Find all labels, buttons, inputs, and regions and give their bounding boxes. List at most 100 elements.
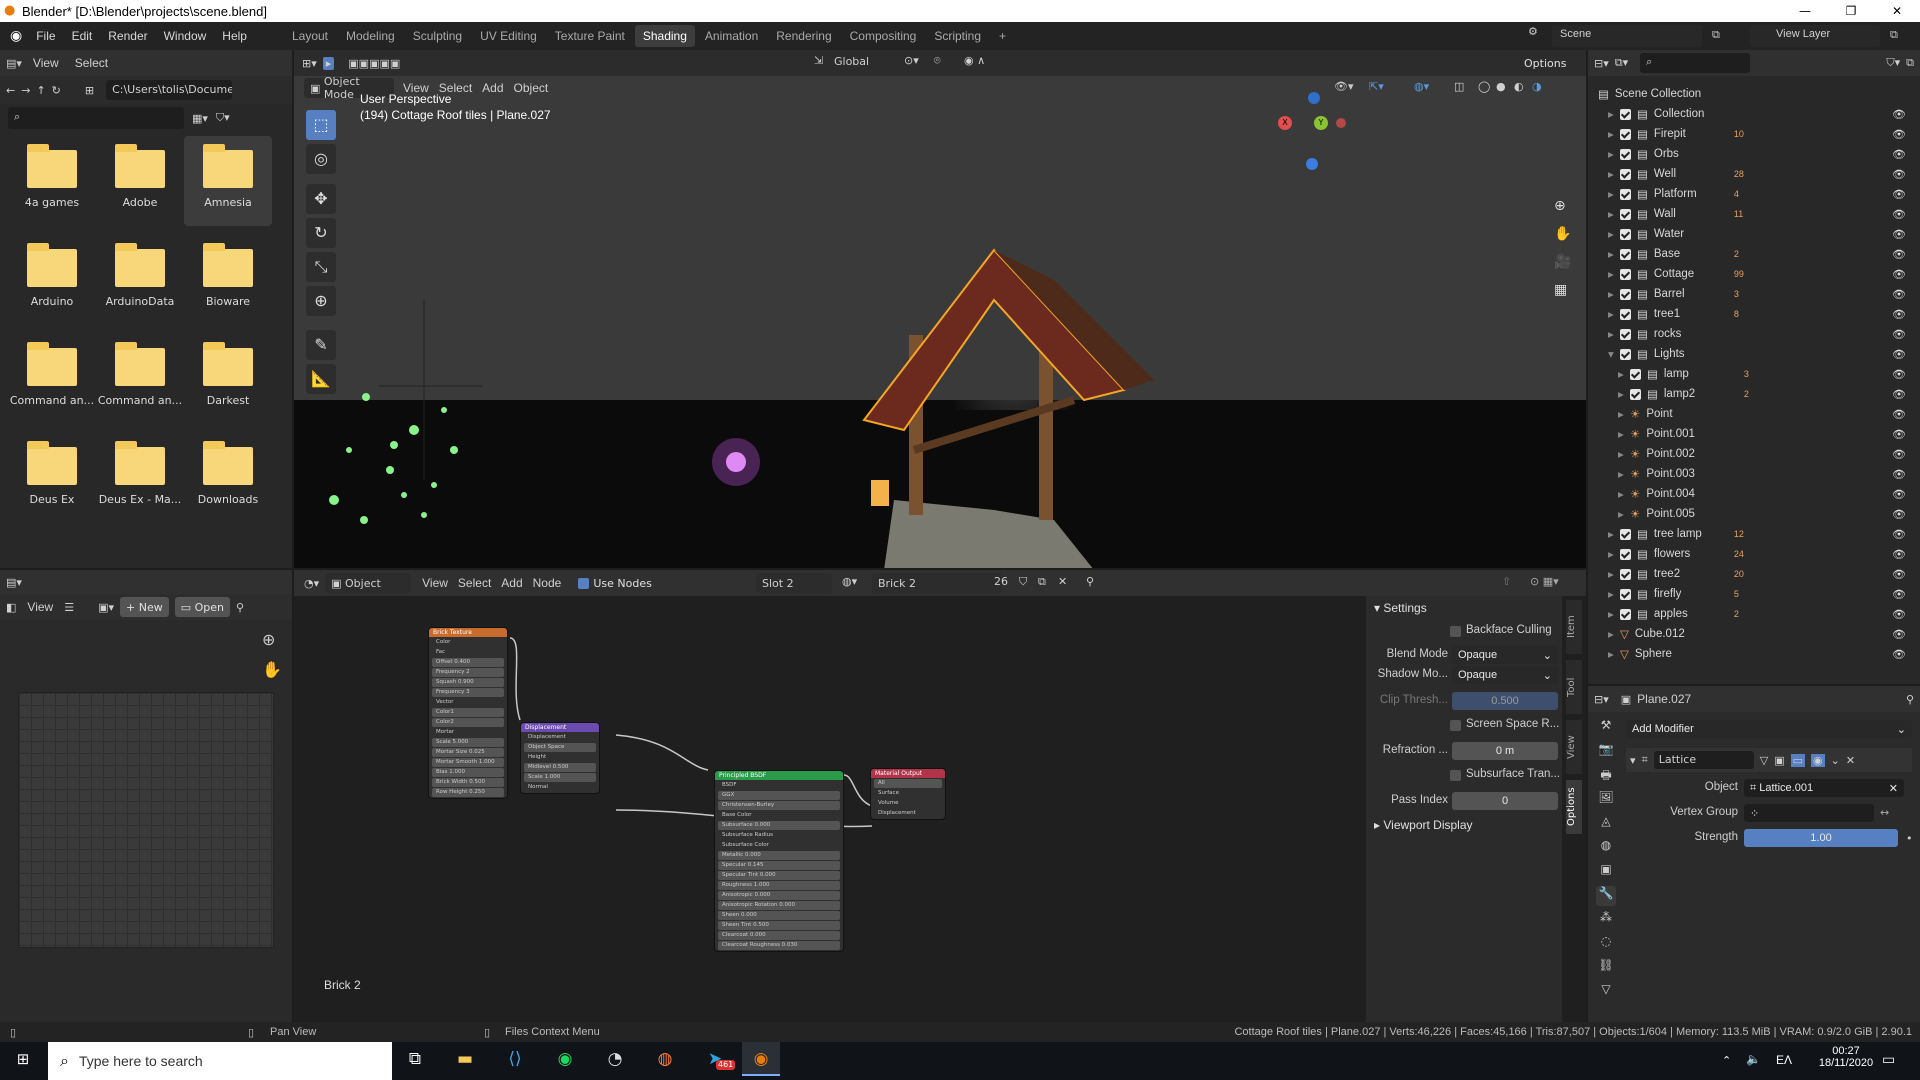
- expand-arrow-icon[interactable]: ▸: [1608, 307, 1620, 321]
- backface-culling-checkbox[interactable]: [1450, 626, 1461, 637]
- filter-icon[interactable]: ⛉▾: [1886, 56, 1900, 70]
- properties-tab-view-layer-icon[interactable]: 🖼: [1596, 790, 1616, 810]
- scene-icon[interactable]: ⚙: [1528, 25, 1546, 45]
- menu-edit[interactable]: Edit: [64, 29, 101, 43]
- visibility-eye-icon[interactable]: 👁: [1892, 268, 1906, 281]
- node-socket-row[interactable]: Brick Width 0.500: [432, 778, 504, 787]
- maximize-button[interactable]: ❐: [1828, 0, 1874, 22]
- visibility-eye-icon[interactable]: 👁: [1892, 468, 1906, 481]
- back-icon[interactable]: ←: [6, 84, 15, 97]
- select-mode-icons[interactable]: ▣▣▣▣▣: [348, 57, 400, 70]
- exclude-checkbox[interactable]: [1620, 268, 1631, 280]
- tab-sculpting[interactable]: Sculpting: [405, 25, 470, 47]
- viewport-menu-object[interactable]: Object: [509, 81, 554, 95]
- expand-arrow-icon[interactable]: ▸: [1608, 527, 1620, 541]
- sidebar-tab-item[interactable]: Item: [1566, 600, 1582, 654]
- outliner-row[interactable]: ▸ ▤ rocks 👁: [1608, 324, 1920, 344]
- node-socket-row[interactable]: Subsurface Color: [718, 841, 840, 850]
- display-mode-icon[interactable]: ▦▾: [192, 112, 208, 125]
- tab-layout[interactable]: Layout: [284, 25, 336, 47]
- camera-view-icon[interactable]: 🎥: [1554, 254, 1571, 270]
- outliner-row[interactable]: ▸ ▤ lamp2 2 👁: [1618, 384, 1920, 404]
- expand-arrow-icon[interactable]: ▸: [1618, 367, 1630, 381]
- folder-item[interactable]: Darkest: [184, 334, 272, 424]
- file-explorer-icon[interactable]: ▬: [446, 1042, 484, 1076]
- node-editor[interactable]: ◔▾ ▣ Object View Select Add Node Use Nodes …: [294, 570, 1586, 1022]
- fb-search-input[interactable]: ⌕: [8, 107, 184, 129]
- strength-slider[interactable]: 1.00: [1744, 829, 1898, 847]
- zoom-icon[interactable]: ⊕: [1554, 198, 1566, 214]
- outliner-row[interactable]: ▾ ▤ Lights 👁: [1608, 344, 1920, 364]
- visibility-eye-icon[interactable]: 👁: [1892, 508, 1906, 521]
- shading-rendered-icon[interactable]: ◑: [1532, 80, 1542, 93]
- node-socket-row[interactable]: Specular Tint 0.000: [718, 871, 840, 880]
- settings-panel-header[interactable]: ▾ Settings: [1366, 596, 1562, 620]
- new-collection-icon[interactable]: ⧉: [1906, 56, 1914, 70]
- expand-arrow-icon[interactable]: ▸: [1608, 607, 1620, 621]
- visibility-eye-icon[interactable]: 👁: [1892, 548, 1906, 561]
- exclude-checkbox[interactable]: [1630, 368, 1641, 380]
- snap-icon[interactable]: ⌾: [934, 54, 941, 68]
- node-socket-row[interactable]: Displacement: [524, 733, 596, 742]
- node-socket-row[interactable]: Color1: [432, 708, 504, 717]
- properties-tab-world-icon[interactable]: ◍: [1596, 838, 1616, 858]
- modifier-name-field[interactable]: Lattice: [1653, 751, 1754, 769]
- gizmo-neg-x-handle[interactable]: [1336, 118, 1346, 128]
- shadow-mode-select[interactable]: Opaque ⌄: [1452, 666, 1558, 684]
- node-socket-row[interactable]: Anisotropic Rotation 0.000: [718, 901, 840, 910]
- expand-arrow-icon[interactable]: ▸: [1608, 147, 1620, 161]
- visibility-eye-icon[interactable]: 👁: [1892, 388, 1906, 401]
- blend-mode-select[interactable]: Opaque ⌄: [1452, 646, 1558, 664]
- node-socket-row[interactable]: Anisotropic 0.000: [718, 891, 840, 900]
- visibility-eye-icon[interactable]: 👁: [1892, 568, 1906, 581]
- outliner-row[interactable]: ▸ ▽ Cube.012 👁: [1608, 624, 1920, 644]
- node-socket-row[interactable]: Mortar: [432, 728, 504, 737]
- node-displacement[interactable]: Displacement Displacement Object Space Heig…: [520, 722, 600, 794]
- editor-type-icon[interactable]: ⊟▾: [1594, 57, 1609, 70]
- properties-tab-physics-icon[interactable]: ◌: [1596, 934, 1616, 954]
- menu-window[interactable]: Window: [156, 29, 215, 43]
- task-view-icon[interactable]: ⧉: [396, 1042, 434, 1076]
- spotify-icon[interactable]: ◉: [546, 1042, 584, 1076]
- visibility-eye-icon[interactable]: 👁: [1892, 488, 1906, 501]
- clock[interactable]: 00:27 18/11/2020: [1816, 1045, 1876, 1069]
- node-socket-row[interactable]: Scale 5.000: [432, 738, 504, 747]
- node-socket-row[interactable]: Sheen 0.000: [718, 911, 840, 920]
- expand-arrow-icon[interactable]: ▸: [1608, 247, 1620, 261]
- scene-selector[interactable]: Scene: [1552, 25, 1702, 47]
- properties-tab-output-icon[interactable]: 🖶: [1596, 766, 1616, 786]
- view-icon[interactable]: ◧: [6, 601, 16, 614]
- open-image-button[interactable]: ▭ Open: [174, 597, 230, 617]
- expand-arrow-icon[interactable]: ▸: [1618, 407, 1630, 421]
- clear-icon[interactable]: ✕: [1889, 782, 1898, 795]
- node-socket-row[interactable]: Roughness 1.000: [718, 881, 840, 890]
- visibility-eye-icon[interactable]: 👁: [1892, 128, 1906, 141]
- expand-arrow-icon[interactable]: ▸: [1618, 447, 1630, 461]
- shading-wire-icon[interactable]: ◯: [1478, 80, 1490, 93]
- remove-modifier-icon[interactable]: ✕: [1846, 754, 1855, 767]
- annotate-icon[interactable]: ✎: [306, 330, 336, 360]
- hamburger-icon[interactable]: ☰: [64, 601, 74, 614]
- expand-arrow-icon[interactable]: ▸: [1608, 267, 1620, 281]
- folder-item[interactable]: Deus Ex: [8, 433, 96, 523]
- expand-arrow-icon[interactable]: ▸: [1608, 627, 1620, 641]
- node-socket-row[interactable]: Frequency 2: [432, 668, 504, 677]
- visibility-eye-icon[interactable]: 👁: [1892, 208, 1906, 221]
- properties-tab-scene-icon[interactable]: ◬: [1596, 814, 1616, 834]
- tab-modeling[interactable]: Modeling: [338, 25, 403, 47]
- visibility-eye-icon[interactable]: 👁: [1892, 288, 1906, 301]
- gizmo-y-handle[interactable]: Y: [1314, 116, 1328, 130]
- new-folder-icon[interactable]: ⊞: [85, 84, 94, 97]
- properties-tab-render-icon[interactable]: 📷: [1596, 742, 1616, 762]
- viewport-toggle-icon[interactable]: ▭: [1790, 753, 1806, 767]
- tab-uv-editing[interactable]: UV Editing: [472, 25, 545, 47]
- node-socket-row[interactable]: Christensen-Burley: [718, 801, 840, 810]
- transform-icon[interactable]: ⊕: [306, 286, 336, 316]
- add-modifier-button[interactable]: Add Modifier ⌄: [1626, 720, 1912, 738]
- rotate-icon[interactable]: ↻: [306, 218, 336, 248]
- sidebar-tab-tool[interactable]: Tool: [1566, 660, 1582, 714]
- folder-item[interactable]: Deus Ex - Ma...: [96, 433, 184, 523]
- expand-arrow-icon[interactable]: ▸: [1618, 467, 1630, 481]
- shading-solid-icon[interactable]: ●: [1496, 80, 1506, 93]
- blender-taskbar-icon[interactable]: ◉: [742, 1042, 780, 1076]
